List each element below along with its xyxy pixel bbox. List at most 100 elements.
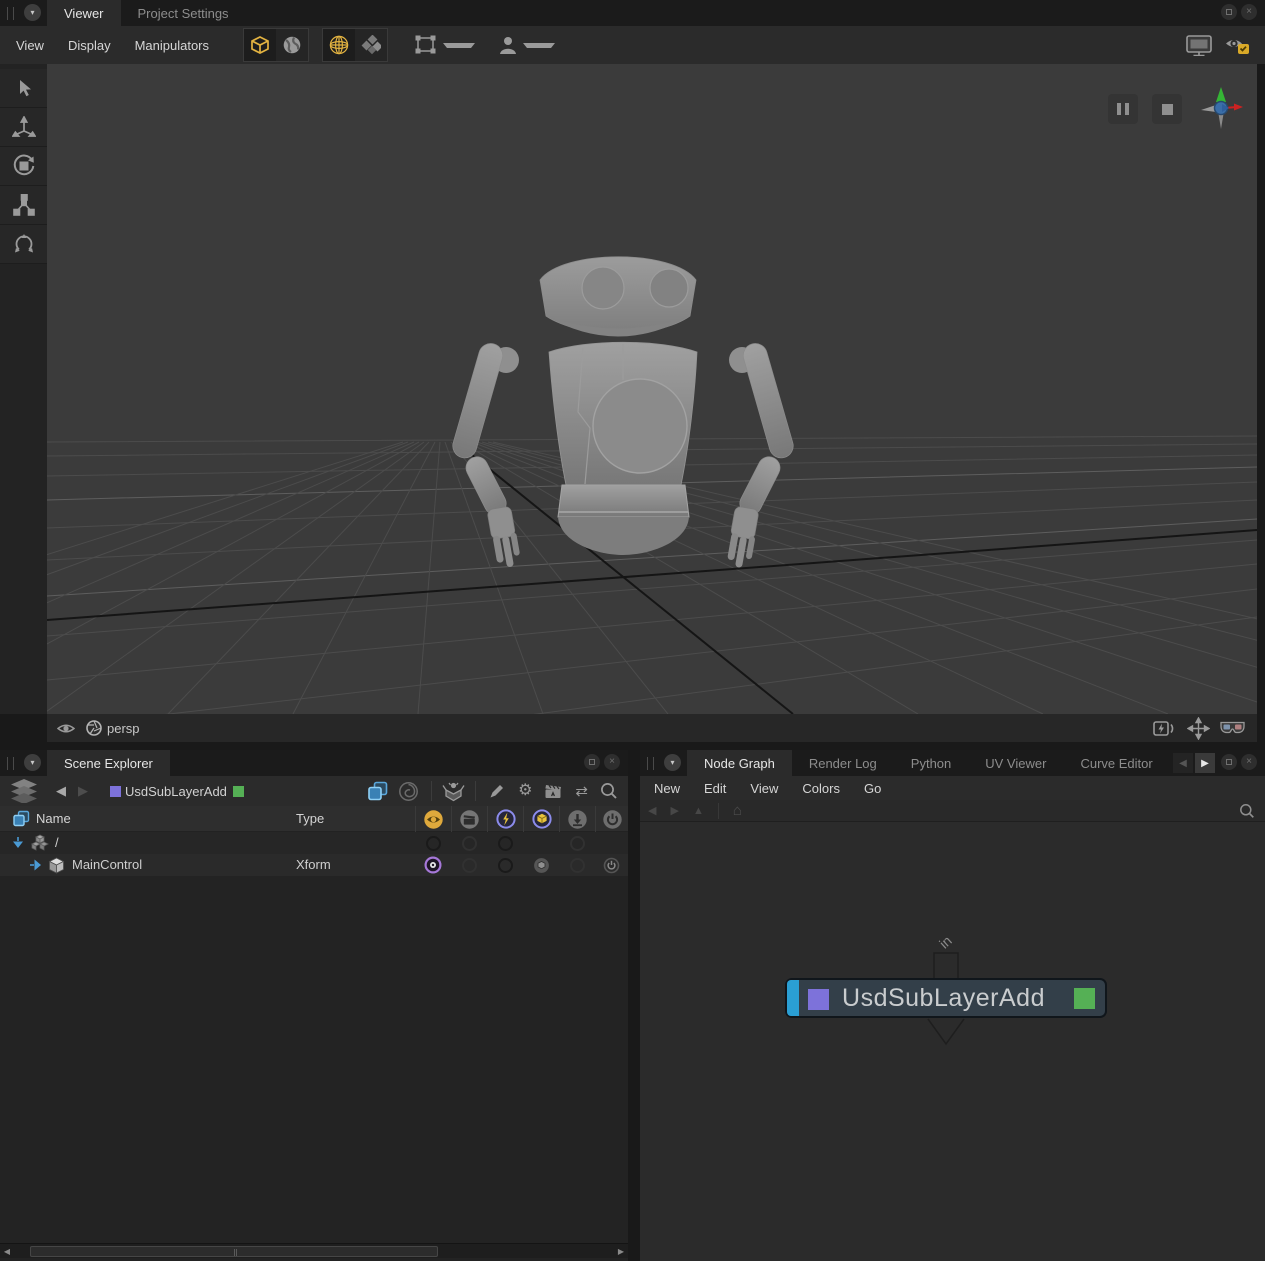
wireframe-sphere-icon xyxy=(328,34,350,56)
row-name[interactable]: MainControl xyxy=(72,857,142,872)
search-icon[interactable] xyxy=(600,782,618,800)
visibility-on-icon[interactable] xyxy=(424,856,442,874)
panel-menu-button[interactable]: ▾ xyxy=(24,4,41,21)
node-output-arrow[interactable] xyxy=(926,1018,966,1046)
axis-gizmo[interactable] xyxy=(1198,85,1244,131)
pencil-icon[interactable] xyxy=(488,782,506,800)
prims-group-icon xyxy=(30,834,50,852)
menu-go[interactable]: Go xyxy=(852,781,893,796)
panel-menu-button[interactable]: ▾ xyxy=(24,754,41,771)
layout-views-button[interactable] xyxy=(355,29,387,61)
pause-button[interactable] xyxy=(1108,94,1138,124)
tab-render-log[interactable]: Render Log xyxy=(792,750,894,776)
viewport-3d[interactable] xyxy=(47,64,1257,714)
menu-manipulators[interactable]: Manipulators xyxy=(123,38,221,53)
column-header-load-state[interactable] xyxy=(559,806,595,832)
close-icon[interactable]: × xyxy=(1241,754,1257,770)
node-usdsublayeradd[interactable]: UsdSubLayerAdd xyxy=(785,978,1107,1018)
column-header-proxy[interactable] xyxy=(523,806,559,832)
horizontal-scrollbar[interactable]: ◀ ▶ xyxy=(0,1243,628,1258)
panel-drag-handle[interactable] xyxy=(7,757,14,770)
stacked-copies-icon[interactable] xyxy=(366,781,389,802)
tab-node-graph[interactable]: Node Graph xyxy=(687,750,792,776)
exposure-icon[interactable] xyxy=(1153,720,1177,737)
table-row[interactable]: MainControl Xform xyxy=(0,854,628,876)
stop-icon xyxy=(1162,104,1173,115)
home-icon[interactable]: ⌂ xyxy=(733,803,742,818)
pan-view-icon[interactable] xyxy=(1187,717,1210,740)
transform-tool-button[interactable] xyxy=(0,225,47,264)
node-graph-canvas[interactable]: in UsdSubLayerAdd xyxy=(640,822,1265,1261)
row-name[interactable]: / xyxy=(55,835,59,850)
swirl-icon[interactable] xyxy=(398,781,419,802)
menu-new[interactable]: New xyxy=(642,781,692,796)
eye-lock-icon[interactable] xyxy=(1225,35,1251,55)
nav-forward-button[interactable]: ▶ xyxy=(670,804,678,817)
node-input-port[interactable] xyxy=(787,980,799,1016)
column-header-visibility[interactable] xyxy=(415,806,451,832)
tab-python[interactable]: Python xyxy=(894,750,968,776)
panel-menu-button[interactable]: ▾ xyxy=(664,754,681,771)
tab-scene-explorer[interactable]: Scene Explorer xyxy=(47,750,170,776)
column-header-live-refresh[interactable] xyxy=(487,806,523,832)
close-icon[interactable]: × xyxy=(1241,4,1257,20)
eye-icon[interactable] xyxy=(57,722,75,735)
scale-tool-button[interactable] xyxy=(0,186,47,225)
wireframe-on-shaded-button[interactable] xyxy=(323,29,355,61)
camera-pose-button[interactable] xyxy=(499,36,555,55)
column-header-name[interactable]: Name xyxy=(36,811,71,826)
close-icon[interactable]: × xyxy=(604,754,620,770)
current-node-label[interactable]: UsdSubLayerAdd xyxy=(125,784,227,799)
swap-arrows-icon[interactable]: ⇄ xyxy=(575,784,588,799)
menu-edit[interactable]: Edit xyxy=(692,781,738,796)
history-forward-button[interactable]: ▶ xyxy=(78,783,88,799)
slate-icon[interactable] xyxy=(544,783,563,800)
scroll-right-button[interactable]: ▶ xyxy=(614,1244,628,1259)
scene-display-button[interactable] xyxy=(276,29,308,61)
shaded-display-button[interactable] xyxy=(244,29,276,61)
rotate-tool-button[interactable] xyxy=(0,147,47,186)
selection-mode-button[interactable] xyxy=(414,35,475,55)
scrollbar-thumb[interactable] xyxy=(30,1246,438,1257)
layers-icon[interactable] xyxy=(9,779,39,803)
panel-drag-handle[interactable] xyxy=(7,7,14,20)
column-header-type[interactable]: Type xyxy=(296,811,324,826)
translate-tool-button[interactable] xyxy=(0,108,47,147)
node-title[interactable]: UsdSubLayerAdd xyxy=(799,984,1074,1013)
expand-arrow-icon[interactable] xyxy=(12,837,24,849)
tab-uv-viewer[interactable]: UV Viewer xyxy=(968,750,1063,776)
collapse-arrow-icon[interactable] xyxy=(30,859,42,871)
menu-view[interactable]: View xyxy=(4,38,56,53)
gear-icon[interactable]: ⚙ xyxy=(518,783,532,799)
history-back-button[interactable]: ◀ xyxy=(56,783,66,799)
tab-project-settings[interactable]: Project Settings xyxy=(121,0,246,26)
panel-drag-handle[interactable] xyxy=(647,757,654,770)
restore-button[interactable] xyxy=(584,754,600,770)
unpack-box-icon[interactable] xyxy=(442,781,465,802)
menu-view[interactable]: View xyxy=(738,781,790,796)
monitor-icon[interactable] xyxy=(1186,35,1213,56)
proxy-small-icon[interactable] xyxy=(533,857,550,874)
viewer-tool-column xyxy=(0,64,47,714)
camera-aperture-icon[interactable] xyxy=(86,720,102,736)
tab-viewer[interactable]: Viewer xyxy=(47,0,121,26)
menu-colors[interactable]: Colors xyxy=(790,781,852,796)
camera-name[interactable]: persp xyxy=(107,721,140,736)
search-icon[interactable] xyxy=(1239,803,1255,819)
scroll-left-button[interactable]: ◀ xyxy=(0,1244,14,1259)
tabs-scroll-left-button[interactable]: ◀ xyxy=(1173,753,1193,773)
tab-curve-editor[interactable]: Curve Editor xyxy=(1063,750,1169,776)
nav-up-button[interactable]: ▲ xyxy=(693,805,704,817)
menu-display[interactable]: Display xyxy=(56,38,123,53)
nav-back-button[interactable]: ◀ xyxy=(648,804,656,817)
tabs-scroll-right-button[interactable]: ▶ xyxy=(1195,753,1215,773)
column-header-renderable[interactable] xyxy=(451,806,487,832)
stop-button[interactable] xyxy=(1152,94,1182,124)
select-tool-button[interactable] xyxy=(0,69,47,108)
restore-button[interactable] xyxy=(1221,4,1237,20)
power-small-icon[interactable] xyxy=(603,857,620,874)
stereo-glasses-icon[interactable] xyxy=(1220,721,1245,735)
column-header-activation[interactable] xyxy=(595,806,628,832)
table-row[interactable]: / xyxy=(0,832,628,854)
restore-button[interactable] xyxy=(1221,754,1237,770)
